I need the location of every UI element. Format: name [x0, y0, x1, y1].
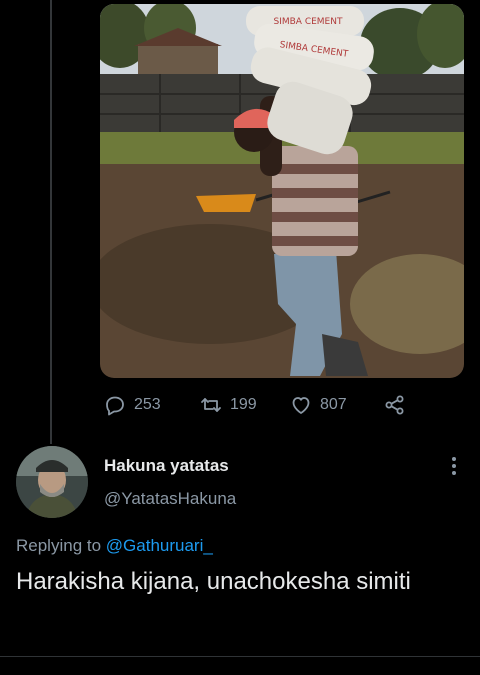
share-nodes-icon: [384, 394, 406, 416]
avatar[interactable]: [16, 446, 88, 518]
share-button[interactable]: [384, 392, 414, 418]
tweet-photo[interactable]: SIMBA CEMENT SIMBA CEMENT: [100, 4, 464, 378]
photo-bag-print: SIMBA CEMENT: [274, 17, 343, 27]
tweet-action-bar: 253 199 807: [100, 392, 430, 418]
reply-count: 253: [134, 396, 161, 413]
like-count: 807: [320, 396, 347, 413]
speech-bubble-icon: [104, 394, 126, 416]
author-handle[interactable]: @YatatasHakuna: [104, 489, 236, 509]
tweet-body-text: Harakisha kijana, unachokesha simiti: [16, 568, 411, 595]
divider: [0, 656, 480, 657]
like-button[interactable]: 807: [290, 392, 347, 418]
replying-to-prefix: Replying to: [16, 536, 102, 555]
reply-button[interactable]: 253: [104, 392, 161, 418]
replying-to-line: Replying to @Gathuruari_: [16, 536, 213, 556]
heart-icon: [290, 394, 312, 416]
vertical-dots-icon: [451, 456, 457, 481]
photo-house: [138, 44, 218, 74]
replying-to-mention[interactable]: @Gathuruari_: [106, 536, 213, 555]
retweet-button[interactable]: 199: [200, 392, 257, 418]
more-options-button[interactable]: [443, 456, 465, 480]
thread-connector-line: [50, 0, 52, 444]
retweet-arrows-icon: [200, 394, 222, 416]
retweet-count: 199: [230, 396, 257, 413]
avatar-image: [16, 446, 88, 518]
photo-scene: SIMBA CEMENT SIMBA CEMENT: [100, 4, 464, 378]
photo-wheelbarrow: [196, 194, 256, 212]
author-display-name[interactable]: Hakuna yatatas: [104, 456, 229, 476]
